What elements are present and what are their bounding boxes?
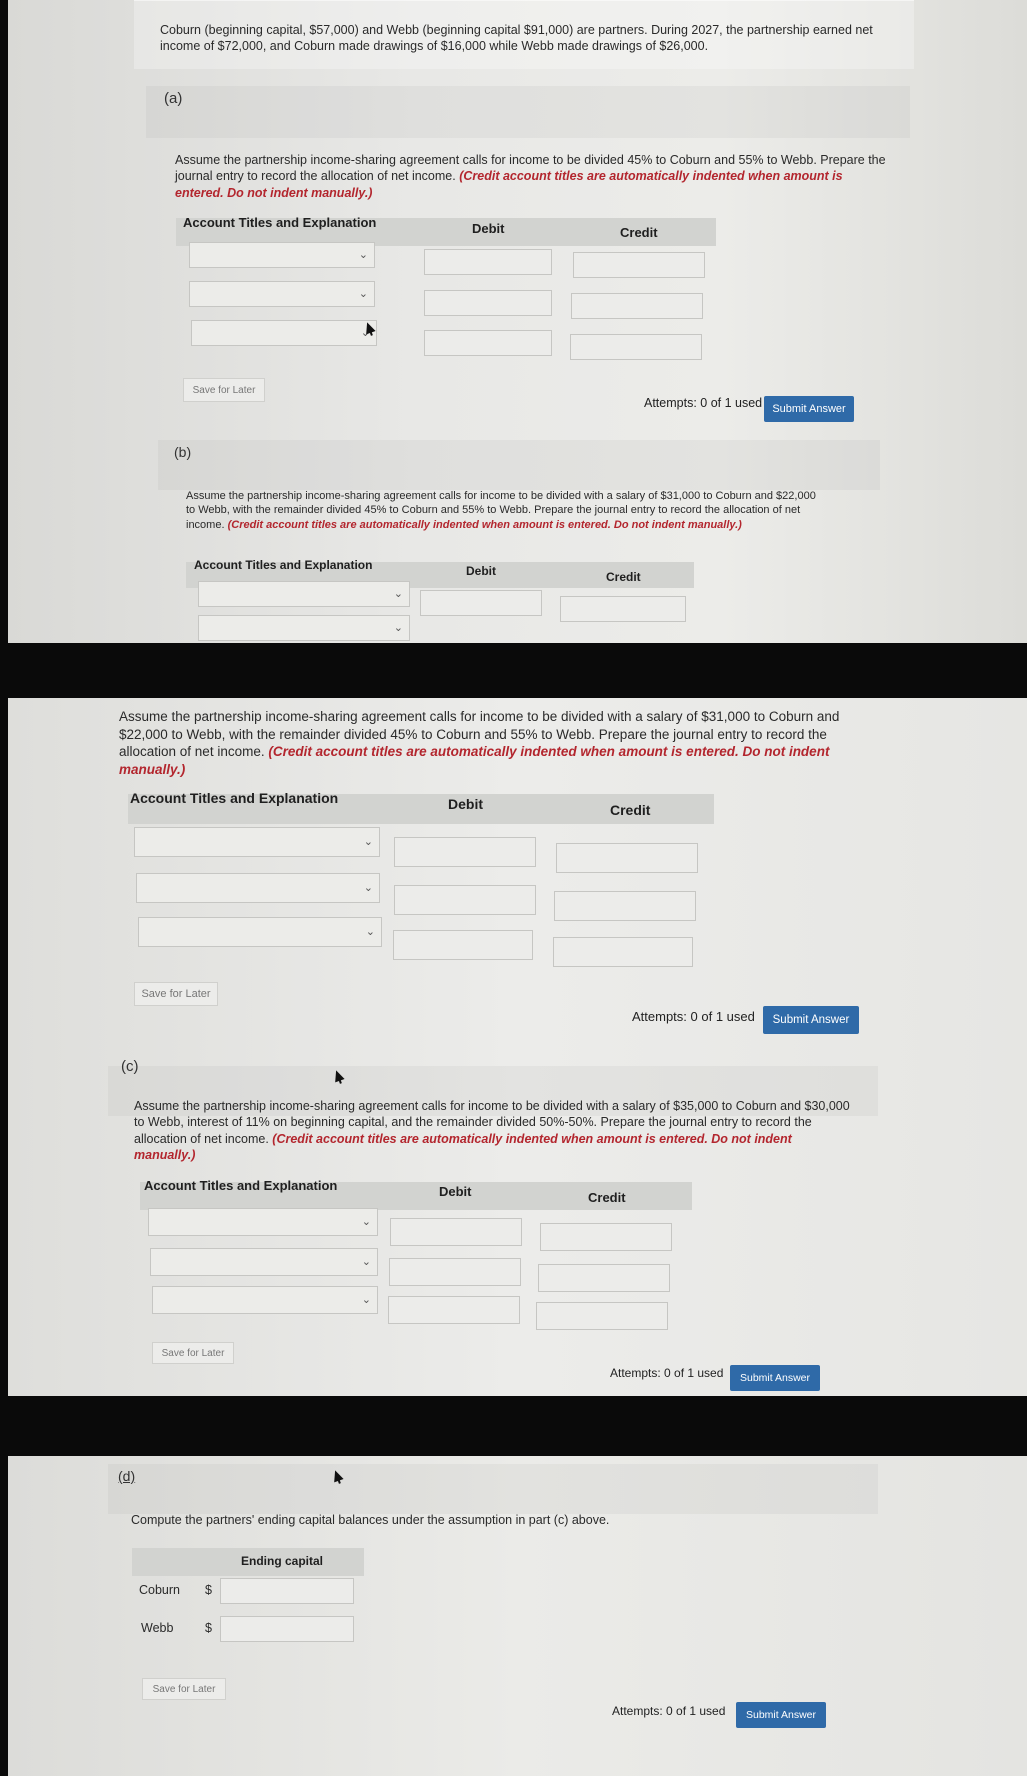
chevron-down-icon: ⌄ bbox=[358, 287, 368, 300]
part-d-attempts: Attempts: 0 of 1 used bbox=[612, 1704, 726, 1718]
part-c-attempts: Attempts: 0 of 1 used bbox=[610, 1366, 724, 1380]
col-debit-header: Debit bbox=[448, 796, 483, 812]
col-credit-header: Credit bbox=[588, 1190, 626, 1205]
part-a-debit-input-1[interactable] bbox=[424, 249, 552, 275]
chevron-down-icon: ⌄ bbox=[361, 1293, 371, 1306]
part-c-debit-input-3[interactable] bbox=[388, 1296, 520, 1324]
part-c-account-select-2[interactable]: ⌄ bbox=[150, 1248, 378, 1276]
part-c-instruction: Assume the partnership income-sharing ag… bbox=[134, 1099, 850, 1162]
col-account-header: Account Titles and Explanation bbox=[130, 790, 339, 806]
part-a-header bbox=[146, 86, 910, 138]
part-a-instruction: Assume the partnership income-sharing ag… bbox=[175, 153, 886, 200]
chevron-down-icon: ⌄ bbox=[393, 621, 403, 634]
chevron-down-icon: ⌄ bbox=[363, 835, 373, 848]
part-a-credit-input-1[interactable] bbox=[573, 252, 705, 278]
part-a-credit-input-3[interactable] bbox=[570, 334, 702, 360]
chevron-down-icon: ⌄ bbox=[361, 1255, 371, 1268]
part-d-save-button[interactable]: Save for Later bbox=[142, 1678, 226, 1700]
part-b-credit-input-3[interactable] bbox=[553, 937, 693, 967]
part-c-debit-input-2[interactable] bbox=[389, 1258, 521, 1286]
part-c-save-button[interactable]: Save for Later bbox=[152, 1342, 234, 1364]
col-credit-header-small: Credit bbox=[606, 570, 641, 584]
part-a-label: (a) bbox=[164, 90, 183, 107]
part-c-credit-input-2[interactable] bbox=[538, 1264, 670, 1292]
part-a-debit-input-3[interactable] bbox=[424, 330, 552, 356]
col-debit-header: Debit bbox=[472, 221, 505, 236]
part-a-account-select-3[interactable]: ⌄ bbox=[191, 320, 377, 346]
col-credit-header: Credit bbox=[620, 225, 658, 240]
part-a-save-button[interactable]: Save for Later bbox=[183, 378, 265, 402]
part-c-account-select-3[interactable]: ⌄ bbox=[152, 1286, 378, 1314]
part-a-attempts: Attempts: 0 of 1 used bbox=[644, 396, 763, 410]
part-b-debit-input-1-small[interactable] bbox=[420, 590, 542, 616]
part-d-submit-button[interactable]: Submit Answer bbox=[736, 1702, 826, 1728]
screenshot-top: Coburn (beginning capital, $57,000) and … bbox=[8, 0, 1027, 643]
part-b-instruction: Assume the partnership income-sharing ag… bbox=[119, 709, 840, 777]
part-c-credit-input-3[interactable] bbox=[536, 1302, 668, 1330]
chevron-down-icon: ⌄ bbox=[365, 925, 375, 938]
part-b-account-select-2-small[interactable]: ⌄ bbox=[198, 615, 410, 641]
col-credit-header: Credit bbox=[610, 802, 651, 818]
part-a-account-select-2[interactable]: ⌄ bbox=[189, 281, 375, 307]
chevron-down-icon: ⌄ bbox=[361, 1215, 371, 1228]
screenshot-bottom: (d) Compute the partners' ending capital… bbox=[8, 1456, 1027, 1776]
coburn-ending-capital-input[interactable] bbox=[220, 1578, 354, 1604]
part-d-label: (d) bbox=[118, 1468, 136, 1484]
part-d-instruction: Compute the partners' ending capital bal… bbox=[131, 1513, 610, 1527]
part-b-account-select-1[interactable]: ⌄ bbox=[134, 827, 380, 857]
col-account-header: Account Titles and Explanation bbox=[183, 215, 377, 230]
part-b-instruction-small: Assume the partnership income-sharing ag… bbox=[186, 490, 816, 531]
part-b-account-select-2[interactable]: ⌄ bbox=[136, 873, 380, 903]
part-b-debit-input-3[interactable] bbox=[393, 930, 533, 960]
webb-currency: $ bbox=[205, 1621, 212, 1635]
part-c-submit-button[interactable]: Submit Answer bbox=[730, 1365, 820, 1391]
col-debit-header-small: Debit bbox=[466, 564, 496, 578]
chevron-down-icon: ⌄ bbox=[363, 881, 373, 894]
part-c-credit-input-1[interactable] bbox=[540, 1223, 672, 1251]
col-account-header: Account Titles and Explanation bbox=[144, 1178, 338, 1193]
part-b-label: (b) bbox=[174, 444, 192, 460]
webb-label: Webb bbox=[141, 1621, 174, 1635]
part-b-save-button[interactable]: Save for Later bbox=[134, 982, 218, 1006]
coburn-label: Coburn bbox=[139, 1583, 180, 1597]
part-b-attempts: Attempts: 0 of 1 used bbox=[632, 1009, 755, 1024]
webb-ending-capital-input[interactable] bbox=[220, 1616, 354, 1642]
part-b-debit-input-1[interactable] bbox=[394, 837, 536, 867]
part-d-header bbox=[108, 1464, 878, 1514]
part-a-account-select-1[interactable]: ⌄ bbox=[189, 242, 375, 268]
screenshot-middle: Assume the partnership income-sharing ag… bbox=[8, 698, 1027, 1396]
part-a-submit-button[interactable]: Submit Answer bbox=[764, 396, 854, 422]
part-c-account-select-1[interactable]: ⌄ bbox=[148, 1208, 378, 1236]
part-b-account-select-3[interactable]: ⌄ bbox=[138, 917, 382, 947]
chevron-down-icon: ⌄ bbox=[358, 248, 368, 261]
part-b-credit-input-2[interactable] bbox=[554, 891, 696, 921]
part-b-credit-input-1-small[interactable] bbox=[560, 596, 686, 622]
col-ending-capital-header: Ending capital bbox=[241, 1554, 324, 1568]
part-a-credit-input-2[interactable] bbox=[571, 293, 703, 319]
part-c-debit-input-1[interactable] bbox=[390, 1218, 522, 1246]
part-b-submit-button[interactable]: Submit Answer bbox=[763, 1006, 859, 1034]
part-c-label: (c) bbox=[121, 1058, 139, 1075]
part-b-note-small: (Credit account titles are automatically… bbox=[227, 518, 742, 531]
col-debit-header: Debit bbox=[439, 1184, 472, 1199]
part-b-debit-input-2[interactable] bbox=[394, 885, 536, 915]
col-account-header-small: Account Titles and Explanation bbox=[194, 558, 373, 572]
coburn-currency: $ bbox=[205, 1583, 212, 1597]
problem-intro: Coburn (beginning capital, $57,000) and … bbox=[160, 23, 873, 54]
part-a-debit-input-2[interactable] bbox=[424, 290, 552, 316]
chevron-down-icon: ⌄ bbox=[393, 587, 403, 600]
part-b-account-select-1-small[interactable]: ⌄ bbox=[198, 581, 410, 607]
part-b-credit-input-1[interactable] bbox=[556, 843, 698, 873]
part-b-header bbox=[158, 440, 880, 490]
